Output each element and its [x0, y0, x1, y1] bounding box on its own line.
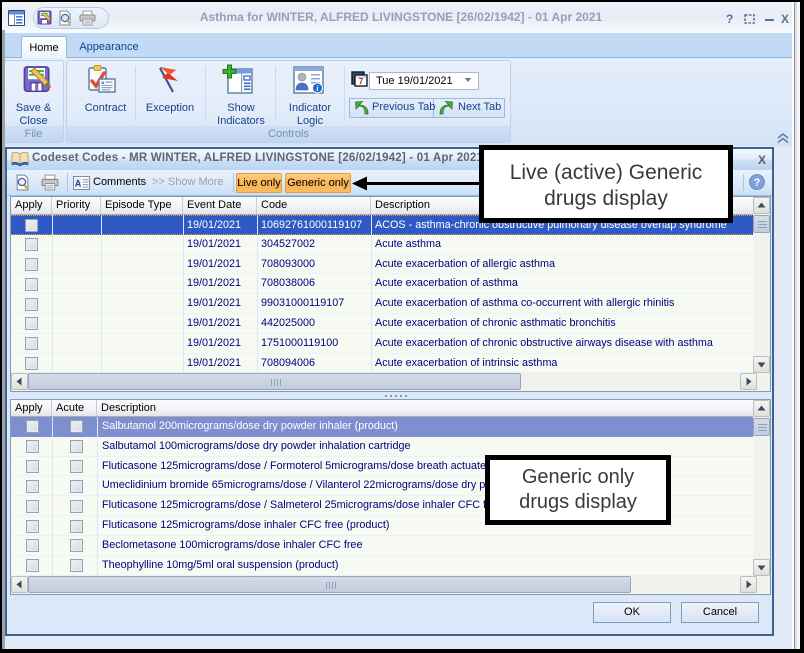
svg-text:A: A [75, 179, 82, 189]
svg-text:7: 7 [359, 77, 364, 86]
svg-text:?: ? [754, 177, 761, 189]
